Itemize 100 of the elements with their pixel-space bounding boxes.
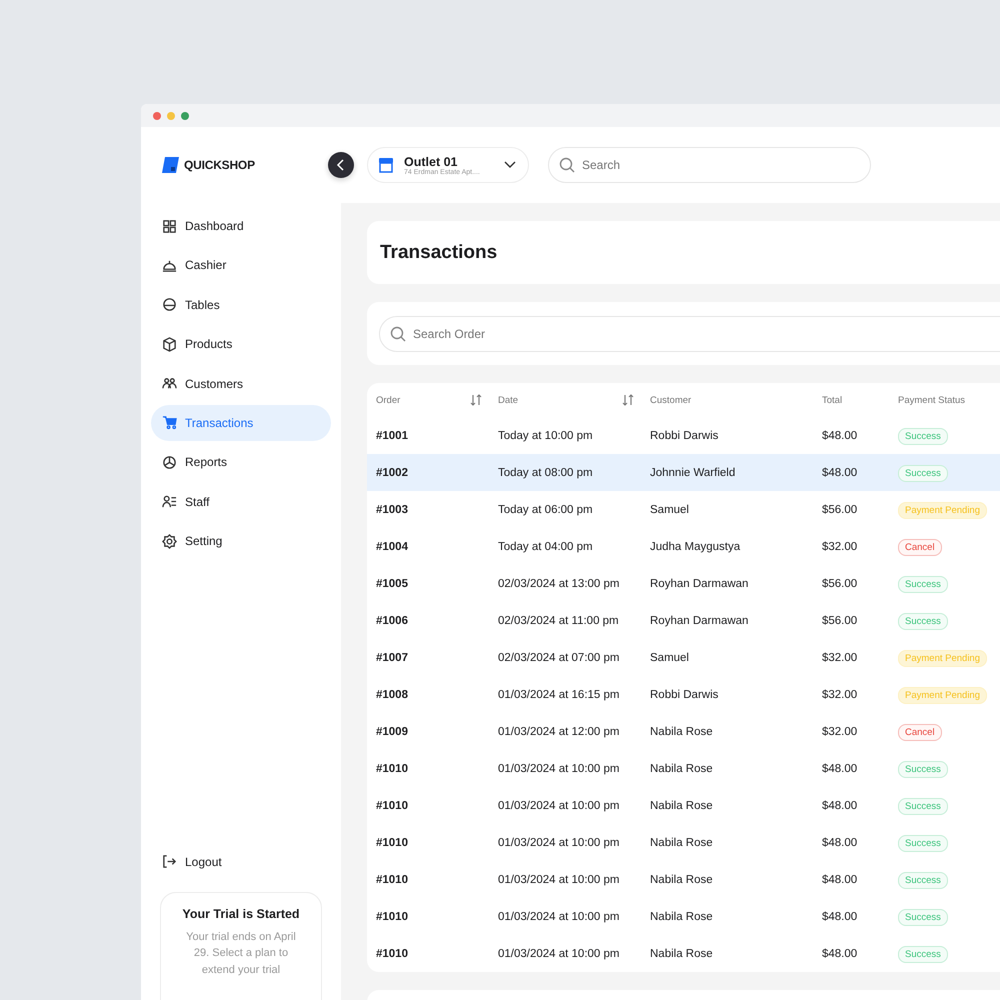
status-badge: Success [898,798,948,814]
customer-name: Nabila Rose [650,762,713,774]
status-badge: Success [898,834,948,852]
order-id: #1010 [376,762,408,774]
column-header: Total [822,394,842,406]
minimize-dot[interactable] [167,112,175,120]
maximize-dot[interactable] [181,112,189,120]
table-row[interactable]: #1003 Today at 06:00 pm Samuel $56.00 Payment Pending [367,491,1000,528]
order-total: $48.00 [822,836,858,848]
customer-name: Royhan Darmawan [650,578,748,590]
table-row[interactable]: #1010 01/03/2024 at 10:00 pm Nabila Rose $48.00 Success [367,898,1000,935]
sort-icon[interactable] [470,394,482,406]
status-badge: Success [898,612,948,630]
status-badge: Success [898,428,948,444]
status-badge: Success [898,908,948,926]
logo-icon [161,157,179,173]
column-header: Payment Status [898,394,966,406]
customer-name: Nabila Rose [650,910,713,922]
trial-message: Your trial ends on April 29. Select a plan to extend your trial [185,930,297,978]
customer-name: Robbi Darwis [650,688,718,700]
customer-name: Nabila Rose [650,874,713,886]
customer-name: Johnnie Warfield [650,466,736,478]
table-row[interactable]: #1010 01/03/2024 at 10:00 pm Nabila Rose $48.00 Success [367,750,1000,787]
order-id: #1010 [376,836,408,848]
table-row[interactable]: #1010 01/03/2024 at 10:00 pm Nabila Rose $48.00 Success [367,935,1000,972]
status-badge: Payment Pending [898,686,987,704]
order-date: Today at 10:00 pm [498,430,593,442]
table-row[interactable]: #1002 Today at 08:00 pm Johnnie Warfield $48.00 Success [367,454,1000,491]
customer-name: Judha Maygustya [650,540,740,552]
order-date: 01/03/2024 at 10:00 pm [498,948,620,960]
order-date: 01/03/2024 at 16:15 pm [498,688,620,700]
order-id: #1003 [376,504,408,516]
sidebar-item[interactable]: Products [151,326,331,362]
store-icon [377,156,395,174]
order-id: #1001 [376,430,408,442]
search-field[interactable]: Search [548,147,871,183]
sidebar-item[interactable]: Tables [151,286,331,323]
sidebar-item[interactable]: Transactions [151,404,331,441]
order-id: #1010 [376,874,408,886]
order-total: $56.00 [822,504,858,516]
table-row[interactable]: #1006 02/03/2024 at 11:00 pm Royhan Darmawan $56.00 Success [367,602,1000,639]
sidebar-item[interactable]: Setting [151,523,331,560]
order-date: 02/03/2024 at 11:00 pm [498,614,619,626]
order-total: $32.00 [822,688,858,700]
status-badge: Cancel [898,724,942,740]
collapse-button[interactable] [328,152,354,178]
order-date: 01/03/2024 at 10:00 pm [498,874,620,886]
person-list-icon [162,494,177,510]
status-badge: Success [898,872,948,888]
close-dot[interactable] [153,112,161,120]
column-header: Customer [650,394,692,406]
order-total: $48.00 [822,800,858,812]
sidebar-item[interactable]: Staff [151,484,331,520]
table-row[interactable]: #1009 01/03/2024 at 12:00 pm Nabila Rose $32.00 Cancel [367,713,1000,750]
order-total: $32.00 [822,652,858,664]
order-id: #1010 [376,948,408,960]
customer-name: Royhan Darmawan [650,614,748,626]
order-total: $32.00 [822,540,858,552]
order-date: 02/03/2024 at 13:00 pm [498,578,620,590]
page-title: Transactions [380,242,498,264]
table-row[interactable]: #1001 Today at 10:00 pm Robbi Darwis $48.00 Success [367,417,1000,454]
logout-button[interactable]: Logout [151,844,331,880]
order-total: $48.00 [822,874,858,886]
order-total: $48.00 [822,466,858,478]
status-badge: Success [898,760,948,778]
order-total: $32.00 [822,726,858,738]
table-row[interactable]: #1004 Today at 04:00 pm Judha Maygustya $32.00 Cancel [367,528,1000,565]
outlet-name: Outlet 01 [404,154,458,168]
status-badge: Payment Pending [898,502,987,518]
customer-name: Samuel [650,652,689,664]
table-row[interactable]: #1010 01/03/2024 at 10:00 pm Nabila Rose $48.00 Success [367,824,1000,861]
order-date: 01/03/2024 at 10:00 pm [498,800,620,812]
sidebar-item[interactable]: Dashboard [151,208,331,244]
order-total: $56.00 [822,614,858,626]
status-badge: Success [898,464,948,482]
table-row[interactable]: #1010 01/03/2024 at 10:00 pm Nabila Rose $48.00 Success [367,861,1000,898]
sidebar-item[interactable]: Cashier [151,247,331,284]
order-date: 01/03/2024 at 10:00 pm [498,910,620,922]
table-row[interactable]: #1008 01/03/2024 at 16:15 pm Robbi Darwis $32.00 Payment Pending [367,676,1000,713]
customer-name: Nabila Rose [650,800,713,812]
brand-name: QUICKSHOP [184,158,255,172]
order-date: 01/03/2024 at 10:00 pm [498,762,620,774]
table-row[interactable]: #1005 02/03/2024 at 13:00 pm Royhan Darmawan $56.00 Success [367,565,1000,602]
sidebar-item[interactable]: Reports [151,444,331,480]
customer-name: Robbi Darwis [650,430,718,442]
order-id: #1007 [376,652,408,664]
order-id: #1004 [376,540,408,552]
order-total: $48.00 [822,948,858,960]
status-badge: Success [898,946,948,962]
table-row[interactable]: #1010 01/03/2024 at 10:00 pm Nabila Rose $48.00 Success [367,787,1000,824]
order-date: Today at 08:00 pm [498,466,593,478]
order-search-field[interactable]: Search Order [379,316,1000,352]
order-date: Today at 04:00 pm [498,540,593,552]
logout-icon [162,854,177,869]
sort-icon[interactable] [622,394,634,406]
table-row[interactable]: #1007 02/03/2024 at 07:00 pm Samuel $32.00 Payment Pending [367,639,1000,676]
pie-chart-icon [162,454,177,470]
order-id: #1006 [376,614,408,626]
cart-icon [162,415,177,430]
sidebar-item[interactable]: Customers [151,366,331,402]
